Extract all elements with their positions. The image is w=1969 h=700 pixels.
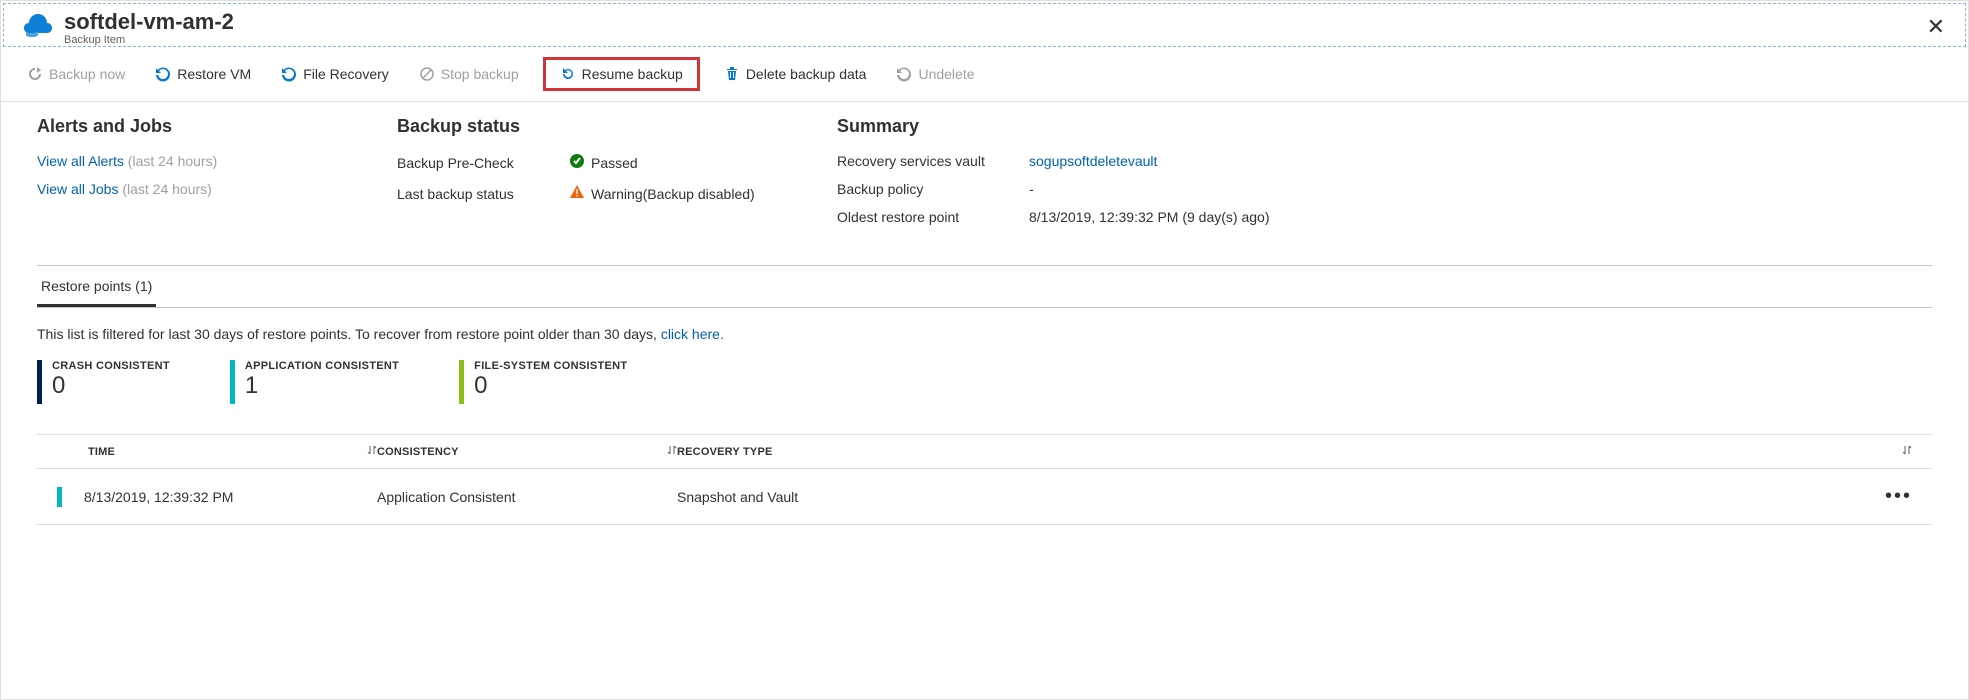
delete-backup-data-button[interactable]: Delete backup data [718, 62, 873, 86]
row-more-button[interactable]: ••• [1862, 485, 1912, 508]
view-jobs-suffix: (last 24 hours) [122, 181, 211, 197]
view-all-alerts-link[interactable]: View all Alerts [37, 153, 124, 169]
col-time[interactable]: TIME [88, 446, 115, 458]
precheck-value: Passed [591, 155, 638, 171]
view-all-jobs-link[interactable]: View all Jobs [37, 181, 118, 197]
policy-value: - [1029, 181, 1034, 197]
stop-backup-button: Stop backup [413, 62, 525, 86]
filter-note-link[interactable]: click here. [661, 326, 724, 342]
resume-icon [560, 66, 576, 82]
table-row[interactable]: 8/13/2019, 12:39:32 PM Application Consi… [37, 469, 1932, 525]
view-alerts-suffix: (last 24 hours) [128, 153, 217, 169]
stop-icon [419, 66, 435, 82]
sort-icon[interactable] [667, 445, 677, 458]
application-consistent-label: APPLICATION CONSISTENT [245, 360, 399, 372]
warning-icon [569, 184, 585, 203]
application-consistent-counter: APPLICATION CONSISTENT 1 [230, 360, 399, 404]
restore-points-grid-header: TIME CONSISTENCY RECOVERY TYPE [37, 434, 1932, 469]
alerts-jobs-title: Alerts and Jobs [37, 116, 337, 137]
crash-consistent-value: 0 [52, 374, 170, 398]
restore-vm-button[interactable]: Restore VM [149, 62, 257, 86]
application-consistent-value: 1 [245, 374, 399, 398]
col-recovery-type[interactable]: RECOVERY TYPE [677, 446, 773, 458]
application-consistent-bar [230, 360, 235, 404]
sort-icon[interactable] [1902, 445, 1912, 458]
undelete-icon [896, 66, 912, 82]
oldest-restore-value: 8/13/2019, 12:39:32 PM (9 day(s) ago) [1029, 209, 1269, 225]
row-recovery-type: Snapshot and Vault [677, 489, 1862, 505]
file-system-consistent-counter: FILE-SYSTEM CONSISTENT 0 [459, 360, 627, 404]
undelete-button: Undelete [890, 62, 980, 86]
row-time: 8/13/2019, 12:39:32 PM [84, 489, 377, 505]
row-consistency: Application Consistent [377, 489, 677, 505]
passed-icon [569, 153, 585, 172]
resume-backup-button[interactable]: Resume backup [543, 57, 700, 91]
vault-link[interactable]: sogupsoftdeletevault [1029, 153, 1157, 169]
backup-now-button: Backup now [21, 62, 131, 86]
page-subtitle: Backup Item [64, 34, 1917, 46]
crash-consistent-counter: CRASH CONSISTENT 0 [37, 360, 170, 404]
policy-label: Backup policy [837, 181, 1017, 197]
restore-icon [155, 66, 171, 82]
tab-restore-points[interactable]: Restore points (1) [37, 266, 156, 307]
file-system-consistent-value: 0 [474, 374, 627, 398]
row-consistency-bar [57, 487, 62, 507]
file-recovery-button[interactable]: File Recovery [275, 62, 395, 86]
col-consistency[interactable]: CONSISTENCY [377, 446, 459, 458]
stop-backup-label: Stop backup [441, 66, 519, 82]
filter-note-text: This list is filtered for last 30 days o… [37, 326, 661, 342]
vault-label: Recovery services vault [837, 153, 1017, 169]
oldest-restore-label: Oldest restore point [837, 209, 1017, 225]
close-button[interactable]: ✕ [1917, 10, 1955, 44]
backup-now-icon [27, 66, 43, 82]
precheck-label: Backup Pre-Check [397, 155, 557, 171]
file-system-consistent-label: FILE-SYSTEM CONSISTENT [474, 360, 627, 372]
page-title: softdel-vm-am-2 [64, 10, 1917, 34]
backup-status-title: Backup status [397, 116, 777, 137]
lastbackup-value: Warning(Backup disabled) [591, 186, 755, 202]
file-recovery-label: File Recovery [303, 66, 389, 82]
restore-vm-label: Restore VM [177, 66, 251, 82]
sort-icon[interactable] [367, 445, 377, 458]
crash-consistent-bar [37, 360, 42, 404]
lastbackup-label: Last backup status [397, 186, 557, 202]
toolbar: Backup now Restore VM File Recovery Stop… [1, 47, 1968, 102]
backup-now-label: Backup now [49, 66, 125, 82]
undelete-label: Undelete [918, 66, 974, 82]
trash-icon [724, 66, 740, 82]
backup-item-icon [22, 10, 54, 45]
crash-consistent-label: CRASH CONSISTENT [52, 360, 170, 372]
file-system-consistent-bar [459, 360, 464, 404]
delete-backup-data-label: Delete backup data [746, 66, 867, 82]
resume-backup-label: Resume backup [582, 66, 683, 82]
file-recovery-icon [281, 66, 297, 82]
summary-title: Summary [837, 116, 1932, 137]
